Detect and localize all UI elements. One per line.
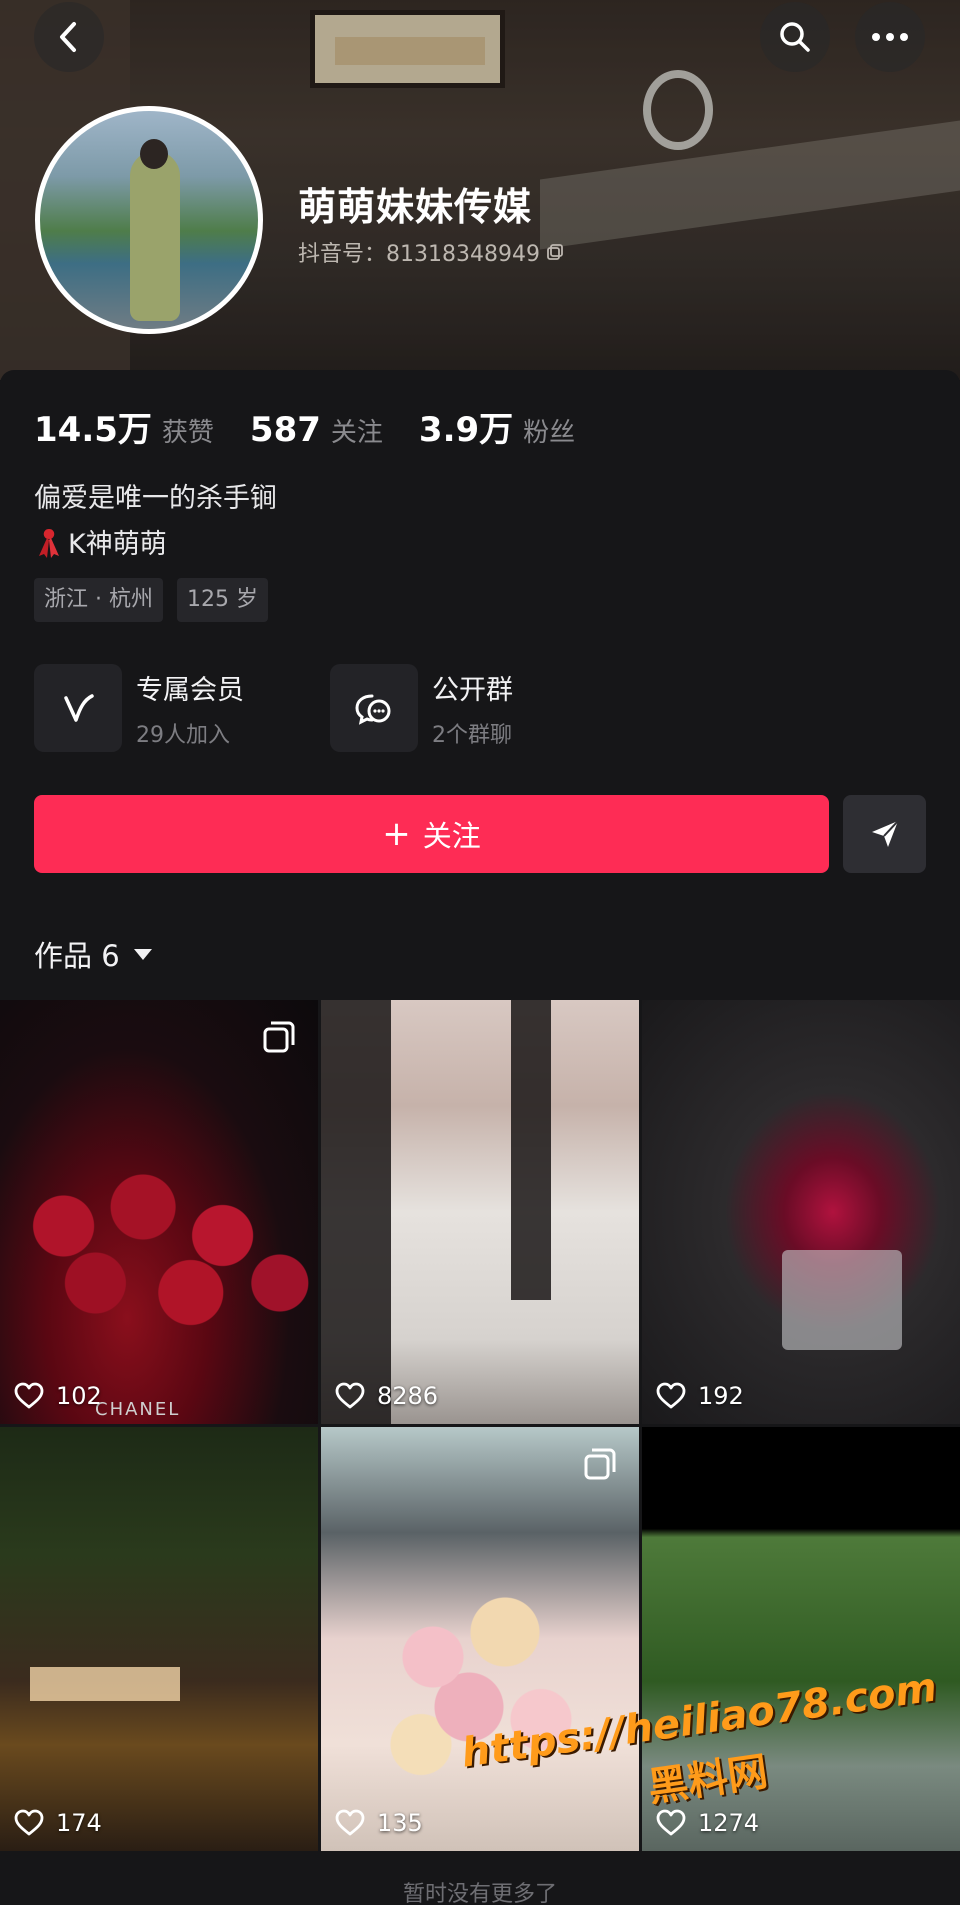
work-item-2[interactable]: 8286 [321, 1000, 639, 1424]
stat-likes-label: 获赞 [161, 418, 214, 448]
multi-image-icon [263, 1021, 295, 1053]
copy-icon[interactable] [546, 243, 564, 261]
back-button[interactable] [34, 2, 104, 72]
stat-following-value: 587 [249, 410, 321, 450]
tab-works[interactable]: 作品 6 [34, 933, 152, 975]
work-likes: 174 [14, 1809, 102, 1837]
feature-vip-title: 专属会员 [136, 674, 244, 706]
bio-line-2-text: K神萌萌 [68, 529, 167, 560]
stat-likes-value: 14.5万 [34, 410, 152, 450]
stat-following-label: 关注 [330, 418, 383, 448]
follow-button-label: 关注 [422, 819, 481, 853]
profile-name: 萌萌妹妹传媒 [298, 185, 533, 229]
work-likes: 1274 [656, 1809, 759, 1837]
work-item-4[interactable]: 174 [0, 1427, 318, 1851]
work-likes: 135 [335, 1809, 423, 1837]
search-icon [780, 22, 810, 52]
stat-likes[interactable]: 14.5万 获赞 [34, 402, 214, 451]
share-button[interactable] [843, 795, 926, 873]
more-button[interactable] [855, 2, 925, 72]
douyin-id-text: 抖音号：81318348949 [298, 242, 540, 267]
bio-line-1: 偏爱是唯一的杀手锏 [34, 483, 277, 514]
heart-outline-icon [656, 1382, 686, 1409]
douyin-id[interactable]: 抖音号：81318348949 [298, 236, 564, 268]
tag-location: 浙江 · 杭州 [34, 578, 163, 622]
work-likes: 8286 [335, 1382, 438, 1410]
heart-outline-icon [14, 1809, 44, 1836]
more-dots-icon [872, 33, 908, 41]
follow-button[interactable]: + 关注 [34, 795, 829, 873]
feature-vip-membership[interactable]: 专属会员 29人加入 [34, 664, 330, 752]
heart-outline-icon [335, 1809, 365, 1836]
stat-followers[interactable]: 3.9万 粉丝 [419, 402, 575, 451]
heart-outline-icon [656, 1809, 686, 1836]
tag-age: 125 岁 [176, 578, 268, 622]
work-likes-count: 1274 [698, 1809, 760, 1837]
no-more-text: 暂时没有更多了 [402, 1882, 557, 1905]
stat-followers-value: 3.9万 [418, 410, 514, 450]
bio-line-2: K神萌萌 [34, 522, 167, 561]
work-likes-count: 192 [698, 1382, 744, 1410]
heart-outline-icon [335, 1382, 365, 1409]
feature-vip-subtitle: 29人加入 [136, 722, 230, 748]
profile-tags: 浙江 · 杭州 125 岁 [34, 578, 268, 622]
chanel-logo-text: CHANEL [95, 1399, 181, 1420]
heart-outline-icon [14, 1382, 44, 1409]
group-chat-icon [355, 694, 391, 725]
stat-following[interactable]: 587 关注 [250, 410, 383, 450]
plus-icon: + [382, 814, 411, 854]
caret-down-icon [133, 948, 152, 960]
tab-works-label: 作品 6 [34, 939, 120, 973]
vip-v-icon [64, 694, 94, 722]
work-likes-count: 8286 [377, 1382, 439, 1410]
send-icon [871, 820, 899, 847]
feature-row: 专属会员 29人加入 公开群 2个群聊 [34, 664, 626, 752]
feature-group-title: 公开群 [432, 674, 513, 706]
search-button[interactable] [760, 2, 830, 72]
work-likes: 192 [656, 1382, 744, 1410]
work-likes-count: 102 [56, 1382, 102, 1410]
work-likes: 102 [14, 1382, 102, 1410]
stat-followers-label: 粉丝 [523, 418, 576, 448]
chevron-left-icon [60, 22, 76, 52]
feature-public-group[interactable]: 公开群 2个群聊 [330, 664, 626, 752]
stats-row: 14.5万 获赞 587 关注 3.9万 粉丝 [34, 402, 611, 451]
work-likes-count: 174 [56, 1809, 102, 1837]
feature-group-subtitle: 2个群聊 [432, 722, 512, 748]
work-likes-count: 135 [377, 1809, 423, 1837]
red-ribbon-icon [39, 528, 59, 558]
work-item-3[interactable]: 192 [642, 1000, 960, 1424]
multi-image-icon [584, 1448, 616, 1480]
work-item-1[interactable]: CHANEL 102 [0, 1000, 318, 1424]
avatar[interactable] [35, 106, 263, 334]
